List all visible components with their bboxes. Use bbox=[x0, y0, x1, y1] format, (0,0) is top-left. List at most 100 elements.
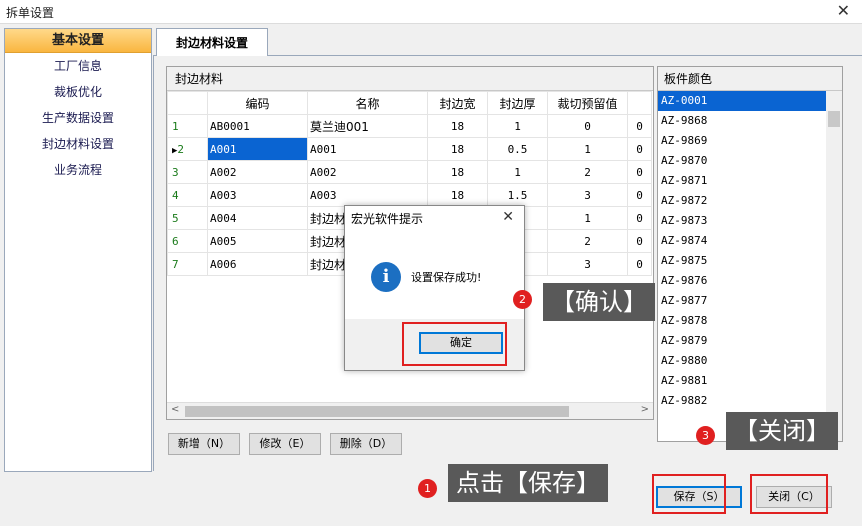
cell-name[interactable]: A002 bbox=[307, 160, 428, 184]
header-rownum bbox=[167, 91, 208, 115]
list-item[interactable]: AZ-9874 bbox=[658, 231, 826, 251]
sidebar: 基本设置 工厂信息 裁板优化 生产数据设置 封边材料设置 业务流程 bbox=[4, 28, 152, 472]
cell-extra[interactable]: 0 bbox=[627, 114, 652, 138]
list-item[interactable]: AZ-9879 bbox=[658, 331, 826, 351]
sidebar-item-production-data[interactable]: 生产数据设置 bbox=[5, 105, 151, 131]
cell-code[interactable]: A004 bbox=[207, 206, 308, 230]
save-highlight-box bbox=[652, 474, 726, 514]
sidebar-item-board-optimization[interactable]: 裁板优化 bbox=[5, 79, 151, 105]
row-number: ▶2 bbox=[167, 137, 208, 161]
row-number: 7 bbox=[167, 252, 208, 276]
cell-extra[interactable]: 0 bbox=[627, 160, 652, 184]
scroll-thumb[interactable] bbox=[828, 111, 840, 127]
cell-width[interactable]: 18 bbox=[427, 114, 488, 138]
list-item[interactable]: AZ-9881 bbox=[658, 371, 826, 391]
dialog-message: 设置保存成功! bbox=[411, 271, 482, 284]
delete-button[interactable]: 删除（D） bbox=[330, 433, 402, 455]
row-number: 5 bbox=[167, 206, 208, 230]
table-row[interactable]: 4 A003 A003 18 1.5 3 0 bbox=[167, 183, 652, 207]
cell-thickness[interactable]: 0.5 bbox=[487, 137, 548, 161]
step-badge-2: 2 bbox=[513, 290, 532, 309]
cell-name[interactable]: A001 bbox=[307, 137, 428, 161]
info-icon: i bbox=[371, 262, 401, 292]
cell-code[interactable]: A006 bbox=[207, 252, 308, 276]
cell-extra[interactable]: 0 bbox=[627, 229, 652, 253]
list-item[interactable]: AZ-9875 bbox=[658, 251, 826, 271]
cell-thickness[interactable]: 1.5 bbox=[487, 183, 548, 207]
dialog-body: i 设置保存成功! bbox=[345, 232, 524, 320]
row-number: 6 bbox=[167, 229, 208, 253]
cell-extra[interactable]: 0 bbox=[627, 137, 652, 161]
list-item[interactable]: AZ-9871 bbox=[658, 171, 826, 191]
cell-reserve[interactable]: 2 bbox=[547, 229, 628, 253]
list-item[interactable]: AZ-9873 bbox=[658, 211, 826, 231]
list-item[interactable]: AZ-9868 bbox=[658, 111, 826, 131]
add-button[interactable]: 新增（N） bbox=[168, 433, 240, 455]
list-item-selected[interactable]: AZ-0001 bbox=[658, 91, 826, 111]
tab-edge-material-settings[interactable]: 封边材料设置 bbox=[156, 28, 268, 56]
sidebar-header[interactable]: 基本设置 bbox=[5, 29, 151, 53]
cell-width[interactable]: 18 bbox=[427, 160, 488, 184]
cell-code[interactable]: A003 bbox=[207, 183, 308, 207]
cell-reserve[interactable]: 1 bbox=[547, 206, 628, 230]
table-row[interactable]: 3 A002 A002 18 1 2 0 bbox=[167, 160, 652, 184]
cell-width[interactable]: 18 bbox=[427, 137, 488, 161]
list-item[interactable]: AZ-9869 bbox=[658, 131, 826, 151]
header-width[interactable]: 封边宽 bbox=[427, 91, 488, 115]
cell-reserve[interactable]: 0 bbox=[547, 114, 628, 138]
cell-reserve[interactable]: 1 bbox=[547, 137, 628, 161]
sidebar-item-edge-material[interactable]: 封边材料设置 bbox=[5, 131, 151, 157]
cell-code[interactable]: AB0001 bbox=[207, 114, 308, 138]
row-number: 1 bbox=[167, 114, 208, 138]
scroll-right-icon[interactable]: > bbox=[641, 404, 649, 415]
cell-extra[interactable]: 0 bbox=[627, 252, 652, 276]
list-item[interactable]: AZ-9882 bbox=[658, 391, 826, 411]
cell-thickness[interactable]: 1 bbox=[487, 114, 548, 138]
list-item[interactable]: AZ-9872 bbox=[658, 191, 826, 211]
color-list-caption: 板件颜色 bbox=[658, 67, 842, 91]
header-reserve[interactable]: 裁切预留值 bbox=[547, 91, 628, 115]
cell-thickness[interactable]: 1 bbox=[487, 160, 548, 184]
cell-code-selected[interactable]: A001 bbox=[207, 137, 308, 161]
cell-reserve[interactable]: 3 bbox=[547, 252, 628, 276]
cell-width[interactable]: 18 bbox=[427, 183, 488, 207]
row-number: 3 bbox=[167, 160, 208, 184]
table-header-row: 编码 名称 封边宽 封边厚 裁切预留值 bbox=[167, 91, 652, 115]
table-row-current[interactable]: ▶2 A001 A001 18 0.5 1 0 bbox=[167, 137, 652, 161]
sidebar-item-factory-info[interactable]: 工厂信息 bbox=[5, 53, 151, 79]
list-item[interactable]: AZ-9876 bbox=[658, 271, 826, 291]
ok-highlight-box bbox=[402, 322, 507, 366]
cell-reserve[interactable]: 2 bbox=[547, 160, 628, 184]
scroll-thumb[interactable] bbox=[185, 406, 569, 417]
edit-button[interactable]: 修改（E） bbox=[249, 433, 321, 455]
window-titlebar: 拆单设置 ✕ bbox=[0, 0, 862, 24]
cell-reserve[interactable]: 3 bbox=[547, 183, 628, 207]
board-color-list: 板件颜色 AZ-0001 AZ-9868 AZ-9869 AZ-9870 AZ-… bbox=[657, 66, 843, 442]
scroll-left-icon[interactable]: < bbox=[171, 404, 179, 415]
sidebar-item-business-flow[interactable]: 业务流程 bbox=[5, 157, 151, 183]
grid-caption: 封边材料 bbox=[167, 67, 653, 91]
cell-code[interactable]: A002 bbox=[207, 160, 308, 184]
list-item[interactable]: AZ-9880 bbox=[658, 351, 826, 371]
list-item[interactable]: AZ-9878 bbox=[658, 311, 826, 331]
window-close-icon[interactable]: ✕ bbox=[837, 1, 850, 20]
header-code[interactable]: 编码 bbox=[207, 91, 308, 115]
annotation-confirm: 【确认】 bbox=[543, 283, 655, 321]
row-number-text: 2 bbox=[177, 142, 185, 156]
header-thickness[interactable]: 封边厚 bbox=[487, 91, 548, 115]
annotation-close: 【关闭】 bbox=[726, 412, 838, 450]
header-name[interactable]: 名称 bbox=[307, 91, 428, 115]
table-row[interactable]: 1 AB0001 莫兰迪001 18 1 0 0 bbox=[167, 114, 652, 138]
list-item[interactable]: AZ-9877 bbox=[658, 291, 826, 311]
cell-name[interactable]: 莫兰迪001 bbox=[307, 114, 428, 138]
header-extra[interactable] bbox=[627, 91, 652, 115]
close-highlight-box bbox=[750, 474, 828, 514]
vertical-scrollbar[interactable] bbox=[826, 91, 842, 441]
cell-name[interactable]: A003 bbox=[307, 183, 428, 207]
cell-code[interactable]: A005 bbox=[207, 229, 308, 253]
horizontal-scrollbar[interactable]: < > bbox=[167, 402, 653, 419]
cell-extra[interactable]: 0 bbox=[627, 183, 652, 207]
dialog-close-icon[interactable]: ✕ bbox=[502, 209, 514, 225]
list-item[interactable]: AZ-9870 bbox=[658, 151, 826, 171]
cell-extra[interactable]: 0 bbox=[627, 206, 652, 230]
